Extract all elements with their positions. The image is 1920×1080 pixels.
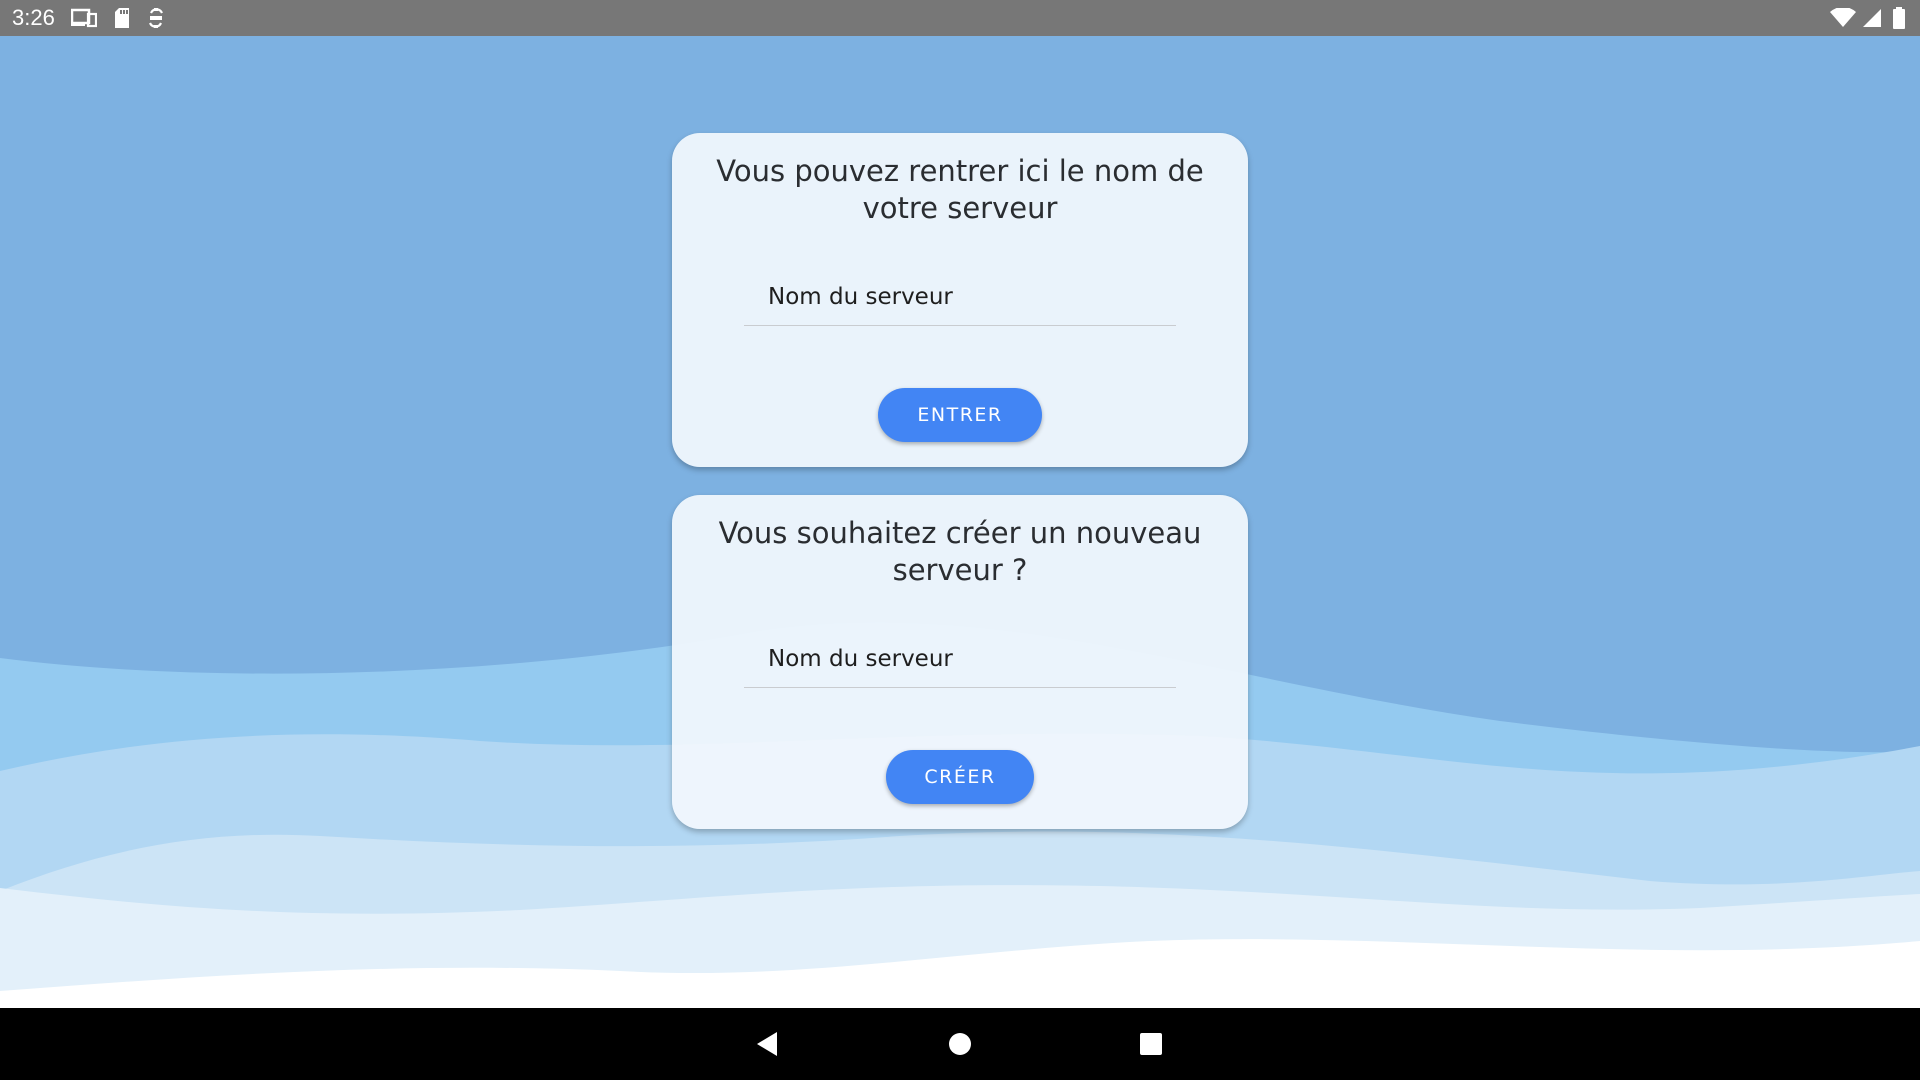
recents-icon[interactable] bbox=[1133, 1026, 1169, 1062]
join-card-title: Vous pouvez rentrer ici le nom de votre … bbox=[716, 154, 1204, 225]
cellular-signal-icon bbox=[1862, 8, 1882, 28]
join-server-name-input[interactable] bbox=[744, 273, 1176, 325]
devices-icon bbox=[70, 8, 97, 28]
navigation-bar bbox=[0, 1008, 1920, 1080]
home-icon[interactable] bbox=[942, 1026, 978, 1062]
join-server-name-field bbox=[744, 273, 1176, 326]
status-bar: 3:26 bbox=[0, 0, 1920, 36]
create-server-name-input[interactable] bbox=[744, 635, 1176, 687]
create-button[interactable]: CRÉER bbox=[886, 750, 1034, 804]
create-server-card: Vous souhaitez créer un nouveau serveur … bbox=[672, 495, 1248, 829]
back-icon[interactable] bbox=[749, 1026, 785, 1062]
battery-icon bbox=[1892, 7, 1906, 29]
app-screen: 3:26 Vous pouvez rentrer ici le nom de v… bbox=[0, 0, 1920, 1080]
sync-icon bbox=[147, 7, 165, 29]
status-bar-right bbox=[1830, 7, 1906, 29]
create-card-title: Vous souhaitez créer un nouveau serveur … bbox=[718, 516, 1202, 587]
status-bar-left: 3:26 bbox=[12, 5, 165, 31]
status-time: 3:26 bbox=[12, 5, 55, 30]
wifi-icon bbox=[1830, 8, 1856, 28]
create-server-name-field bbox=[744, 635, 1176, 688]
join-server-card: Vous pouvez rentrer ici le nom de votre … bbox=[672, 133, 1248, 467]
enter-button[interactable]: ENTRER bbox=[878, 388, 1042, 442]
sd-card-icon bbox=[113, 7, 131, 29]
